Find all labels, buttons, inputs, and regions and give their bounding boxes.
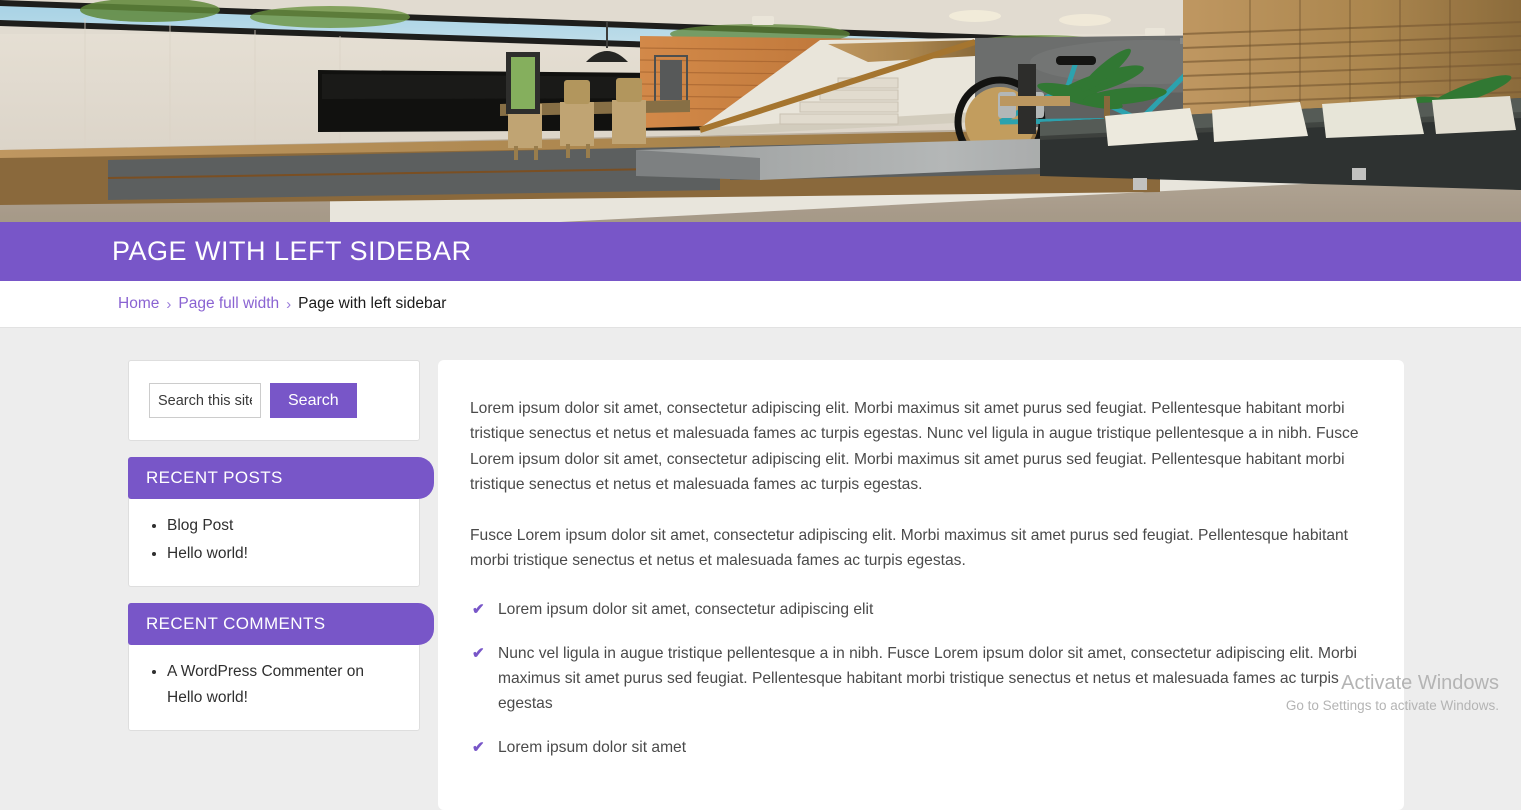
main-content-card: Lorem ipsum dolor sit amet, consectetur … [438,360,1404,810]
left-sidebar: Search Recent Posts Blog Post Hello worl… [128,360,434,810]
breadcrumb-separator-icon: › [166,295,172,313]
recent-posts-widget: Recent Posts Blog Post Hello world! [128,457,434,588]
breadcrumb-separator-icon: › [286,295,292,313]
breadcrumb-item-current: Page with left sidebar [298,295,447,312]
page-title-bar: Page with left sidebar [0,222,1521,281]
comment-author-link[interactable]: A WordPress Commenter [167,663,342,680]
page-title: Page with left sidebar [112,236,472,266]
recent-posts-title: Recent Posts [128,457,434,499]
search-form: Search [129,361,419,440]
list-item: ✔ Lorem ipsum dolor sit amet [470,736,1370,761]
page-body: Search Recent Posts Blog Post Hello worl… [0,328,1521,810]
recent-comments-widget: Recent Comments A WordPress Commenter on… [128,603,434,732]
comment-connector: on [346,663,364,681]
list-item: ✔ Lorem ipsum dolor sit amet, consectetu… [470,598,1370,623]
breadcrumb: Home › Page full width › Page with left … [0,295,446,313]
recent-post-link[interactable]: Hello world! [167,545,248,562]
hero-banner-image [0,0,1521,222]
list-item: ✔ Nunc vel ligula in augue tristique pel… [470,642,1370,717]
search-widget: Search [128,360,420,441]
breadcrumb-item-page-full-width[interactable]: Page full width [178,295,279,313]
check-icon: ✔ [472,601,485,619]
check-icon: ✔ [472,645,485,663]
check-icon: ✔ [472,739,485,757]
list-item: Blog Post [167,513,401,539]
search-input[interactable] [149,383,261,418]
hero-illustration [0,0,1521,222]
content-paragraph-1: Lorem ipsum dolor sit amet, consectetur … [470,400,1359,494]
list-item: Hello world! [167,541,401,567]
comment-post-link[interactable]: Hello world! [167,689,248,706]
recent-post-link[interactable]: Blog Post [167,517,233,534]
breadcrumb-item-home[interactable]: Home [118,295,159,313]
check-item-text: Lorem ipsum dolor sit amet [498,739,687,757]
recent-posts-list: Blog Post Hello world! [129,499,419,586]
list-item: A WordPress Commenter on Hello world! [167,659,401,710]
breadcrumb-bar: Home › Page full width › Page with left … [0,281,1521,328]
recent-comments-list: A WordPress Commenter on Hello world! [129,645,419,730]
content-paragraph-2: Fusce Lorem ipsum dolor sit amet, consec… [470,526,1349,570]
check-item-text: Lorem ipsum dolor sit amet, consectetur … [498,601,874,619]
recent-comments-title: Recent Comments [128,603,434,646]
check-item-text: Nunc vel ligula in augue tristique pelle… [498,645,1357,713]
search-button[interactable]: Search [270,383,357,418]
